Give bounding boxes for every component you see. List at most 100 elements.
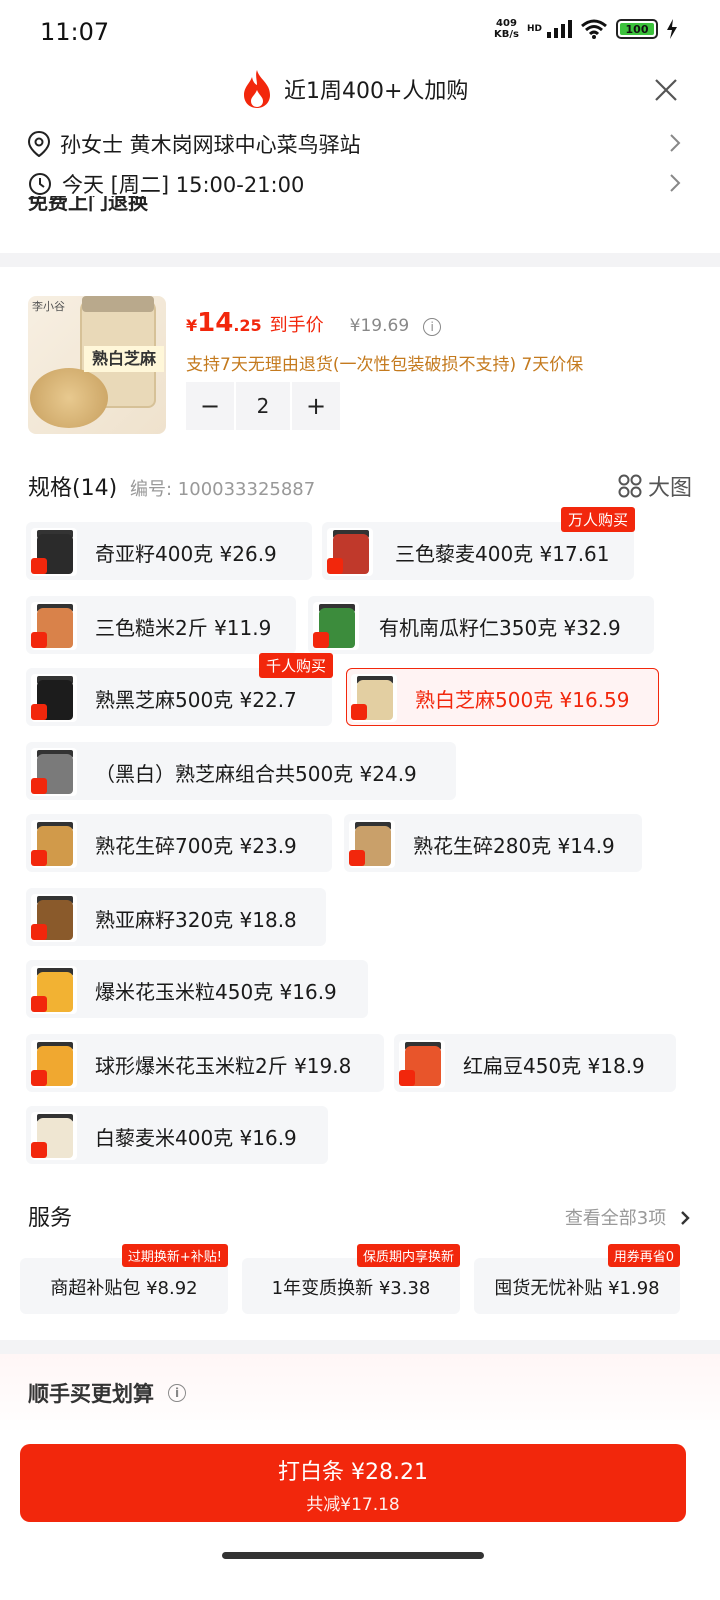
status-bar: 11:07 409 KB/s HD 100 xyxy=(0,0,720,64)
clock-icon xyxy=(29,173,51,195)
variant-chip[interactable]: 三色藜麦400克 ¥17.61 万人购买 xyxy=(322,507,635,580)
service-card[interactable]: 囤货无忧补贴 ¥1.98 用券再省0 xyxy=(474,1244,680,1314)
variant-chip-selected[interactable]: 熟白芝麻500克 ¥16.59 xyxy=(346,668,659,726)
final-price: ¥14.25 xyxy=(186,308,262,338)
variant-chip[interactable]: 三色糙米2斤 ¥11.9 xyxy=(26,596,296,654)
signal-icon xyxy=(547,20,572,38)
variant-chip[interactable]: 奇亚籽400克 ¥26.9 xyxy=(26,522,312,580)
free-return-text-partial: 免费上门退换 xyxy=(28,196,148,218)
bundle-title-text: 顺手买更划算 xyxy=(28,1382,154,1406)
variant-label: 熟花生碎700克 ¥23.9 xyxy=(95,834,297,858)
banner-content: 近1周400+人加购 xyxy=(242,70,468,108)
view-all-services-link[interactable]: 查看全部3项 xyxy=(565,1204,692,1230)
variant-label: 奇亚籽400克 ¥26.9 xyxy=(95,542,277,566)
variant-chip[interactable]: 白藜麦米400克 ¥16.9 xyxy=(26,1106,328,1164)
variant-thumbnail xyxy=(31,966,77,1014)
section-divider xyxy=(0,1340,720,1354)
pay-button-savings: 共减¥17.18 xyxy=(306,1495,400,1515)
variant-thumbnail xyxy=(327,528,373,576)
variant-badge: 千人购买 xyxy=(258,653,333,678)
free-return-text: 免费上门退换 xyxy=(28,196,148,214)
variant-label: 爆米花玉米粒450克 ¥16.9 xyxy=(95,980,337,1004)
variant-chip[interactable]: 球形爆米花玉米粒2斤 ¥19.8 xyxy=(26,1034,384,1092)
variant-thumbnail xyxy=(31,674,77,722)
wifi-icon xyxy=(581,19,607,39)
variant-thumbnail xyxy=(31,820,77,868)
variant-label: 有机南瓜籽仁350克 ¥32.9 xyxy=(379,616,621,640)
variant-badge: 万人购买 xyxy=(560,507,635,532)
currency-symbol: ¥ xyxy=(186,316,198,335)
original-price: ¥19.69 xyxy=(349,316,410,336)
fire-icon xyxy=(244,70,270,108)
quantity-value[interactable]: 2 xyxy=(236,382,290,430)
bundle-section: 顺手买更划算 i xyxy=(0,1354,720,1434)
service-label: 囤货无忧补贴 ¥1.98 xyxy=(494,1278,660,1299)
quantity-stepper: − 2 + xyxy=(186,382,340,430)
service-card[interactable]: 商超补贴包 ¥8.92 过期换新+补贴! xyxy=(20,1244,228,1314)
variant-thumbnail xyxy=(349,820,395,868)
price-integer: 14 xyxy=(197,308,234,338)
battery-level: 100 xyxy=(620,23,654,36)
chevron-right-icon xyxy=(670,174,681,192)
variant-chip[interactable]: 有机南瓜籽仁350克 ¥32.9 xyxy=(308,596,654,654)
info-icon[interactable]: i xyxy=(168,1384,186,1402)
increase-quantity-button[interactable]: + xyxy=(292,382,340,430)
banner-text: 近1周400+人加购 xyxy=(284,79,469,104)
variant-chip[interactable]: 爆米花玉米粒450克 ¥16.9 xyxy=(26,960,368,1018)
variant-chip[interactable]: 熟花生碎280克 ¥14.9 xyxy=(344,814,642,872)
section-divider xyxy=(0,253,720,267)
variant-label: 三色糙米2斤 ¥11.9 xyxy=(95,616,272,640)
bottom-bar: 打白条 ¥28.21 共减¥17.18 xyxy=(0,1430,720,1600)
popularity-banner: 近1周400+人加购 xyxy=(0,66,720,116)
big-image-button[interactable]: 大图 xyxy=(618,470,692,502)
address-text: 孙女士 黄木岗网球中心菜鸟驿站 xyxy=(60,133,361,157)
big-image-label: 大图 xyxy=(647,476,692,501)
net-speed-value: 409 xyxy=(496,18,517,29)
decrease-quantity-button[interactable]: − xyxy=(186,382,234,430)
pay-button-label: 打白条 ¥28.21 xyxy=(278,1460,428,1485)
net-speed: 409 KB/s xyxy=(494,18,519,40)
variant-label: 白藜麦米400克 ¥16.9 xyxy=(95,1126,297,1150)
pay-with-baitiao-button[interactable]: 打白条 ¥28.21 共减¥17.18 xyxy=(20,1444,686,1522)
service-label: 商超补贴包 ¥8.92 xyxy=(50,1278,198,1299)
service-header: 服务 查看全部3项 xyxy=(28,1200,692,1232)
jar-lid xyxy=(82,296,154,312)
variant-label: 熟亚麻籽320克 ¥18.8 xyxy=(95,908,297,932)
address-row[interactable]: 孙女士 黄木岗网球中心菜鸟驿站 xyxy=(28,124,692,164)
chevron-right-icon xyxy=(670,134,681,152)
info-icon[interactable]: i xyxy=(423,318,442,336)
product-code: 编号: 100033325887 xyxy=(130,479,316,500)
variant-label: （黑白）熟芝麻组合共500克 ¥24.9 xyxy=(95,762,417,786)
product-image[interactable]: 李小谷 熟白芝麻 xyxy=(28,296,166,434)
home-indicator[interactable] xyxy=(222,1552,484,1559)
product-summary: 李小谷 熟白芝麻 ¥14.25 到手价 ¥19.69 i 支持7天无理由退货(一… xyxy=(28,296,692,436)
close-icon[interactable] xyxy=(652,76,680,104)
variant-chip[interactable]: （黑白）熟芝麻组合共500克 ¥24.9 xyxy=(26,742,456,800)
status-icons: 409 KB/s HD 100 xyxy=(494,18,678,40)
battery-icon: 100 xyxy=(616,19,658,39)
view-all-label: 查看全部3项 xyxy=(564,1208,667,1229)
variant-chip[interactable]: 红扁豆450克 ¥18.9 xyxy=(394,1034,676,1092)
variant-label: 三色藜麦400克 ¥17.61 xyxy=(395,542,610,566)
variant-chip[interactable]: 熟黑芝麻500克 ¥22.7 千人购买 xyxy=(26,653,333,726)
variant-thumbnail xyxy=(351,674,397,722)
return-policy: 支持7天无理由退货(一次性包装破损不支持) 7天价保 xyxy=(186,355,584,375)
grid-icon xyxy=(618,474,642,498)
product-brand: 李小谷 xyxy=(32,300,65,313)
variant-chip[interactable]: 熟花生碎700克 ¥23.9 xyxy=(26,814,332,872)
product-image-label: 熟白芝麻 xyxy=(84,346,164,372)
variant-label: 熟白芝麻500克 ¥16.59 xyxy=(415,688,630,712)
service-card[interactable]: 1年变质换新 ¥3.38 保质期内享换新 xyxy=(242,1244,460,1314)
variant-label: 红扁豆450克 ¥18.9 xyxy=(463,1054,645,1078)
service-title: 服务 xyxy=(28,1206,73,1231)
variant-thumbnail xyxy=(31,748,77,796)
price-line: ¥14.25 到手价 ¥19.69 i xyxy=(186,308,442,338)
variant-chip[interactable]: 熟亚麻籽320克 ¥18.8 xyxy=(26,888,326,946)
seeds-shape xyxy=(30,368,108,428)
status-time: 11:07 xyxy=(40,18,110,46)
variant-label: 熟花生碎280克 ¥14.9 xyxy=(413,834,615,858)
service-badge: 保质期内享换新 xyxy=(356,1244,460,1267)
bundle-title: 顺手买更划算 i xyxy=(28,1378,186,1408)
hd-indicator: HD xyxy=(526,24,542,34)
final-price-tag: 到手价 xyxy=(269,315,324,336)
